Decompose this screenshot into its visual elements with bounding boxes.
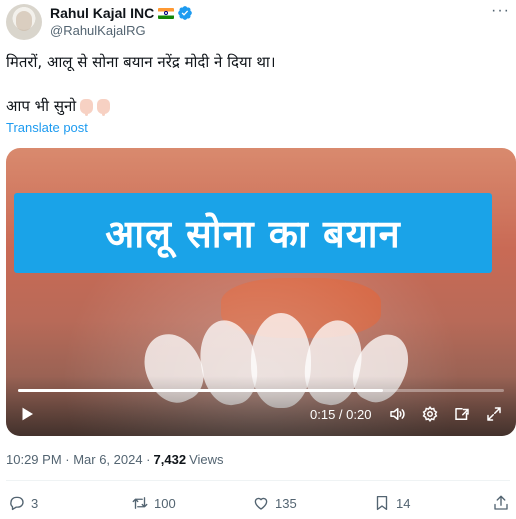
divider	[6, 480, 510, 481]
pointing-down-emoji-icon	[97, 98, 111, 116]
heart-icon	[254, 497, 268, 510]
share-icon	[494, 495, 508, 510]
bookmark-count: 14	[396, 495, 411, 511]
settings-gear-icon[interactable]	[421, 405, 439, 423]
tweet-meta: 10:29 PM · Mar 6, 2024 · 7,432 Views	[6, 452, 224, 467]
controls-shade	[6, 376, 516, 436]
author-handle[interactable]: @RahulKajalRG	[50, 23, 146, 38]
author-name-row[interactable]: Rahul Kajal INC	[50, 4, 193, 22]
video-banner: आलू सोना का बयान	[14, 193, 492, 273]
picture-in-picture-icon[interactable]	[453, 405, 471, 423]
avatar[interactable]	[6, 4, 42, 40]
bookmark-button[interactable]: 14	[373, 494, 410, 512]
pointing-down-emoji-icon	[80, 98, 94, 116]
share-button[interactable]	[492, 494, 515, 512]
action-bar: 3 100 135 14	[0, 494, 516, 516]
author-display-name[interactable]: Rahul Kajal INC	[50, 5, 154, 21]
tweet-text-line1: मितरों, आलू से सोना बयान नरेंद्र मोदी ने…	[6, 53, 276, 71]
reply-count: 3	[31, 495, 39, 511]
play-icon[interactable]	[18, 405, 36, 423]
video-banner-text: आलू सोना का बयान	[105, 212, 401, 256]
video-player[interactable]: आलू सोना का बयान 0:15 / 0:20	[6, 148, 516, 436]
reply-icon	[10, 496, 24, 511]
india-flag-icon	[158, 7, 175, 19]
repost-button[interactable]: 100	[131, 494, 176, 512]
video-progress-bar[interactable]	[18, 389, 504, 392]
views-label: Views	[189, 452, 224, 467]
reply-button[interactable]: 3	[8, 494, 38, 512]
more-options-icon[interactable]: ···	[491, 2, 510, 20]
like-button[interactable]: 135	[252, 494, 297, 512]
repost-icon	[132, 497, 148, 509]
bookmark-icon	[376, 495, 388, 511]
tweet-text-line2-row: आप भी सुनो	[6, 96, 111, 116]
like-count: 135	[275, 495, 297, 511]
video-time: 0:15 / 0:20	[310, 407, 372, 422]
volume-icon[interactable]	[388, 405, 406, 423]
tweet-timestamp[interactable]: 10:29 PM · Mar 6, 2024 ·	[6, 452, 151, 467]
video-progress-fill	[18, 389, 383, 392]
repost-count: 100	[154, 495, 176, 511]
translate-post-link[interactable]: Translate post	[6, 120, 88, 135]
verified-badge-icon	[178, 6, 193, 20]
fullscreen-icon[interactable]	[485, 405, 503, 423]
tweet-text-line2: आप भी सुनो	[6, 97, 77, 115]
views-count: 7,432	[153, 452, 187, 467]
